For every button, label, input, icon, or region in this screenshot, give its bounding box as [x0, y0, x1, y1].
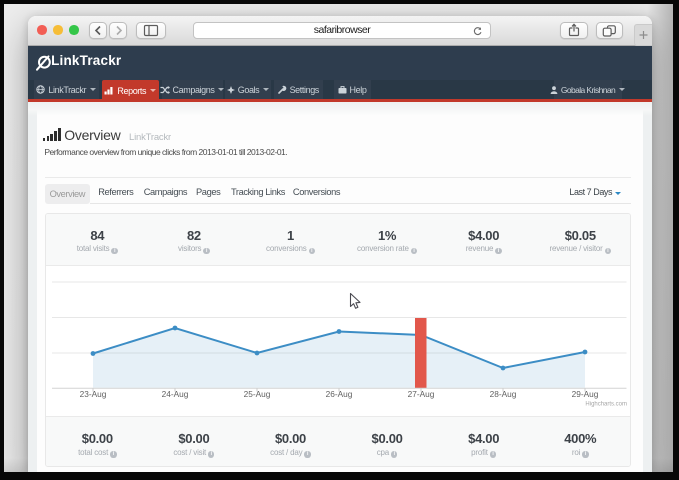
svg-text:27-Aug: 27-Aug: [408, 389, 435, 399]
svg-text:Highcharts.com: Highcharts.com: [585, 401, 627, 407]
svg-text:28-Aug: 28-Aug: [490, 389, 517, 399]
svg-text:24-Aug: 24-Aug: [162, 389, 189, 399]
svg-text:26-Aug: 26-Aug: [326, 389, 353, 399]
svg-text:25-Aug: 25-Aug: [244, 389, 271, 399]
svg-text:29-Aug: 29-Aug: [572, 389, 599, 399]
svg-text:23-Aug: 23-Aug: [80, 389, 107, 399]
